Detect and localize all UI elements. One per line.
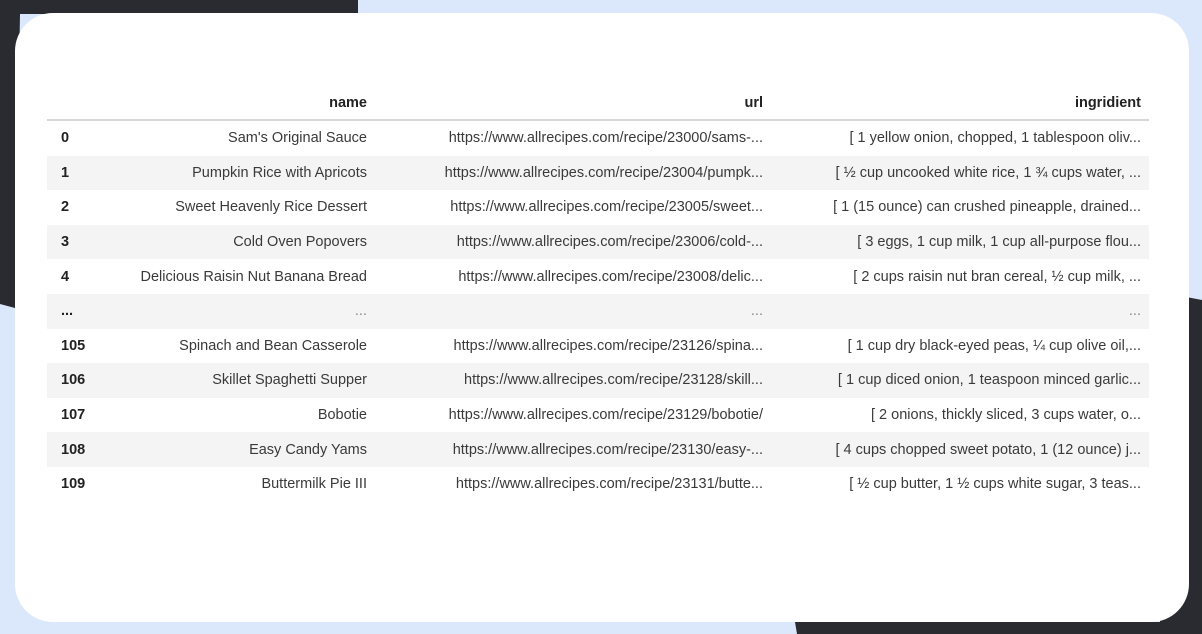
column-header-name: name bbox=[101, 87, 375, 121]
table-row: 0 Sam's Original Sauce https://www.allreci… bbox=[47, 120, 1149, 156]
row-index: 107 bbox=[61, 407, 86, 424]
cell-url: https://www.allrecipes.com/recipe/23131/… bbox=[455, 476, 763, 493]
cell-name: Easy Candy Yams bbox=[249, 441, 367, 458]
cell-name: Sam's Original Sauce bbox=[228, 130, 367, 147]
cell-ingridient: [ 3 eggs, 1 cup milk, 1 cup all-purpose … bbox=[857, 234, 1141, 251]
dataframe-table: name url ingridient 0 Sam's Original Sauc… bbox=[47, 87, 1149, 502]
cell-ingridient: [ 4 cups chopped sweet potato, 1 (12 oun… bbox=[835, 441, 1142, 458]
cell-url: ... bbox=[750, 303, 763, 320]
cell-ingridient: [ 1 (15 ounce) can crushed pineapple, dr… bbox=[833, 199, 1141, 216]
table-row: 1 Pumpkin Rice with Apricots https://www.a… bbox=[47, 155, 1149, 191]
row-index: 108 bbox=[61, 441, 86, 458]
cell-ingridient: [ ½ cup uncooked white rice, 1 ¾ cups wa… bbox=[835, 164, 1141, 181]
cell-ingridient: [ ½ cup butter, 1 ½ cups white sugar, 3 … bbox=[849, 476, 1141, 493]
cell-url: https://www.allrecipes.com/recipe/23128/… bbox=[464, 372, 763, 389]
table-row: 107 Bobotie https://www.allrecipes.com/rec… bbox=[47, 398, 1149, 433]
cell-url: https://www.allrecipes.com/recipe/23000/… bbox=[448, 130, 763, 147]
row-index: 105 bbox=[61, 337, 86, 354]
table-row: 109 Buttermilk Pie III https://www.allreci… bbox=[47, 467, 1149, 502]
cell-url: https://www.allrecipes.com/recipe/23129/… bbox=[448, 407, 763, 424]
table-row: 4 Delicious Raisin Nut Banana Bread https:… bbox=[47, 259, 1149, 294]
table-row: 105 Spinach and Bean Casserole https://www… bbox=[47, 329, 1149, 364]
cell-ingridient: [ 2 cups raisin nut bran cereal, ½ cup m… bbox=[853, 268, 1141, 285]
cell-ingridient: [ 1 cup diced onion, 1 teaspoon minced g… bbox=[837, 372, 1141, 389]
column-header-ingridient: ingridient bbox=[771, 87, 1149, 121]
cell-name: Sweet Heavenly Rice Dessert bbox=[175, 199, 367, 216]
row-index: 2 bbox=[61, 199, 70, 216]
cell-url: https://www.allrecipes.com/recipe/23006/… bbox=[456, 234, 763, 251]
row-index: 109 bbox=[61, 476, 86, 493]
row-index: 1 bbox=[61, 164, 70, 181]
row-index: 4 bbox=[61, 268, 70, 285]
cell-ingridient: ... bbox=[1128, 303, 1141, 320]
row-index: 0 bbox=[61, 130, 70, 147]
cell-name: Spinach and Bean Casserole bbox=[179, 337, 367, 354]
table-row: 2 Sweet Heavenly Rice Dessert https://www.… bbox=[47, 190, 1149, 225]
cell-ingridient: [ 2 onions, thickly sliced, 3 cups water… bbox=[871, 407, 1141, 424]
dataframe-card: name url ingridient 0 Sam's Original Sauc… bbox=[15, 13, 1189, 622]
row-index: 3 bbox=[61, 234, 70, 251]
cell-name: Bobotie bbox=[317, 407, 367, 424]
cell-name: Buttermilk Pie III bbox=[261, 476, 367, 493]
table-row-ellipsis: ............ bbox=[47, 293, 1149, 329]
cell-url: https://www.allrecipes.com/recipe/23126/… bbox=[453, 337, 763, 354]
row-index: ... bbox=[61, 303, 74, 320]
cell-name: ... bbox=[354, 303, 367, 320]
cell-url: https://www.allrecipes.com/recipe/23004/… bbox=[444, 164, 763, 181]
cell-url: https://www.allrecipes.com/recipe/23008/… bbox=[458, 268, 763, 285]
cell-name: Pumpkin Rice with Apricots bbox=[192, 164, 367, 181]
cell-name: Delicious Raisin Nut Banana Bread bbox=[140, 268, 368, 285]
cell-ingridient: [ 1 yellow onion, chopped, 1 tablespoon … bbox=[849, 130, 1141, 147]
index-header bbox=[47, 87, 101, 121]
cell-url: https://www.allrecipes.com/recipe/23130/… bbox=[452, 441, 763, 458]
table-row: 108 Easy Candy Yams https://www.allrecipes… bbox=[47, 432, 1149, 467]
cell-name: Cold Oven Popovers bbox=[233, 234, 367, 251]
cell-name: Skillet Spaghetti Supper bbox=[212, 372, 367, 389]
table-row: 3 Cold Oven Popovers https://www.allrecipe… bbox=[47, 224, 1149, 260]
table-row: 106 Skillet Spaghetti Supper https://www.a… bbox=[47, 363, 1149, 398]
row-index: 106 bbox=[61, 372, 86, 389]
header-row: name url ingridient bbox=[47, 87, 1149, 121]
column-header-url: url bbox=[375, 87, 771, 121]
cell-url: https://www.allrecipes.com/recipe/23005/… bbox=[450, 199, 763, 216]
cell-ingridient: [ 1 cup dry black-eyed peas, ¼ cup olive… bbox=[847, 337, 1141, 354]
